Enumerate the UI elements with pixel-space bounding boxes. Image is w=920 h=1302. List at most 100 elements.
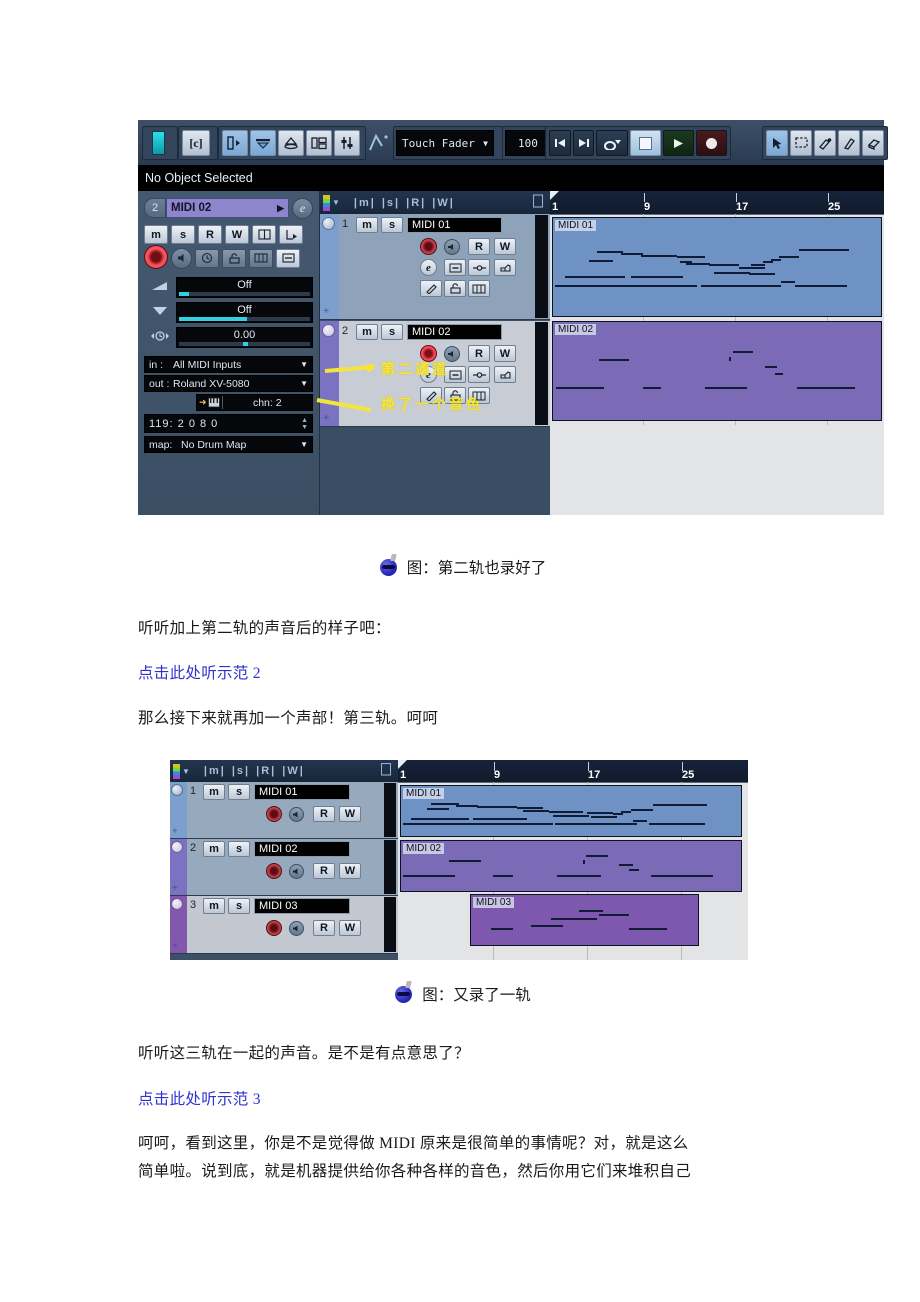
track-lock-icon[interactable] bbox=[444, 280, 466, 297]
inspector-track-header[interactable]: 2 MIDI 02 ▶ e bbox=[144, 197, 313, 219]
track-solo-button[interactable]: s bbox=[228, 784, 250, 800]
track-name-field[interactable]: MIDI 02 bbox=[407, 324, 502, 340]
track-out-transform-icon[interactable] bbox=[468, 366, 490, 383]
track-write-button[interactable]: W bbox=[494, 238, 516, 255]
timebase-icon[interactable] bbox=[195, 248, 219, 268]
track-monitor-button[interactable] bbox=[289, 864, 304, 879]
track-read-button[interactable]: R bbox=[313, 806, 335, 822]
record-button[interactable] bbox=[695, 130, 727, 156]
add-track-icon[interactable]: + bbox=[172, 826, 178, 837]
track-record-enable-button[interactable] bbox=[420, 238, 437, 255]
add-track-icon[interactable]: + bbox=[172, 883, 178, 894]
track-read-button[interactable]: R bbox=[468, 238, 490, 255]
inspector-track-name[interactable]: MIDI 02 ▶ bbox=[166, 198, 289, 218]
timeline-ruler[interactable]: 1 9 17 25 bbox=[398, 760, 748, 783]
track-write-button[interactable]: W bbox=[494, 345, 516, 362]
show-event-infoline-icon[interactable] bbox=[250, 130, 276, 156]
spinner-icon[interactable]: ▲▼ bbox=[301, 417, 308, 431]
go-to-start-button[interactable] bbox=[549, 130, 571, 156]
fade-in-field[interactable]: Off bbox=[176, 277, 313, 298]
record-enable-button[interactable] bbox=[144, 245, 168, 269]
resize-handle-icon[interactable] bbox=[532, 194, 544, 211]
show-tracklist-icon[interactable] bbox=[306, 130, 332, 156]
track-channel-icon[interactable] bbox=[494, 366, 516, 383]
track-edit-channel-icon[interactable]: e bbox=[420, 259, 437, 276]
write-automation-button[interactable]: W bbox=[225, 225, 249, 244]
fade-out-field[interactable]: Off bbox=[176, 302, 313, 323]
track-record-enable-button[interactable] bbox=[266, 920, 282, 936]
demo-link-3[interactable]: 点击此处听示范 3 bbox=[138, 1086, 788, 1114]
track-name-field[interactable]: MIDI 01 bbox=[407, 217, 502, 233]
midi-part[interactable]: MIDI 01 bbox=[552, 217, 882, 317]
range-tool-icon[interactable] bbox=[790, 130, 812, 156]
track-read-button[interactable]: R bbox=[468, 345, 490, 362]
midi-part[interactable]: MIDI 01 bbox=[400, 785, 742, 837]
track-mute-button[interactable]: m bbox=[203, 841, 225, 857]
track-read-button[interactable]: R bbox=[313, 863, 335, 879]
program-field[interactable]: 119: 2 0 8 0 ▲ ▼ bbox=[144, 414, 313, 433]
fade-in-slider[interactable] bbox=[179, 292, 310, 296]
demo-link-3-text[interactable]: 点击此处听示范 3 bbox=[138, 1091, 261, 1108]
demo-link-2-text[interactable]: 点击此处听示范 2 bbox=[138, 665, 261, 682]
edit-channel-settings-icon[interactable]: e bbox=[292, 197, 313, 219]
track-solo-button[interactable]: s bbox=[228, 898, 250, 914]
playhead-marker-icon[interactable] bbox=[398, 760, 407, 769]
empty-lane[interactable] bbox=[550, 425, 884, 515]
track-color-strip-icon[interactable] bbox=[323, 194, 330, 211]
solo-button[interactable]: s bbox=[171, 225, 195, 244]
add-track-icon[interactable]: + bbox=[323, 305, 329, 317]
resize-handle-icon[interactable] bbox=[380, 762, 392, 779]
track-mute-button[interactable]: m bbox=[356, 217, 378, 233]
playhead-marker-icon[interactable] bbox=[550, 191, 559, 200]
track-mute-button[interactable]: m bbox=[203, 784, 225, 800]
stop-button[interactable] bbox=[629, 130, 661, 156]
track-row[interactable]: + 1 m s MIDI 01 R W e bbox=[320, 214, 550, 320]
show-overview-icon[interactable] bbox=[278, 130, 304, 156]
track-row[interactable]: + 1 m s MIDI 01 R W bbox=[170, 782, 398, 839]
erase-tool-icon[interactable] bbox=[838, 130, 860, 156]
track-name-field[interactable]: MIDI 03 bbox=[254, 898, 350, 914]
delay-field[interactable]: 0.00 bbox=[176, 327, 313, 348]
track-record-enable-button[interactable] bbox=[266, 863, 282, 879]
mute-button[interactable]: m bbox=[144, 225, 168, 244]
midi-part[interactable]: MIDI 02 bbox=[400, 840, 742, 892]
zoom-tool-icon[interactable] bbox=[862, 130, 884, 156]
track-monitor-button[interactable] bbox=[289, 807, 304, 822]
edit-instrument-icon[interactable] bbox=[276, 248, 300, 268]
track-channel-icon[interactable] bbox=[494, 259, 516, 276]
automation-mode-dropdown[interactable]: Touch Fader ▼ bbox=[396, 130, 494, 156]
lanes-icon[interactable] bbox=[252, 225, 276, 244]
output-route-icon[interactable] bbox=[279, 225, 303, 244]
demo-link-2[interactable]: 点击此处听示范 2 bbox=[138, 660, 788, 688]
track-color-strip-icon[interactable] bbox=[173, 763, 180, 779]
track-solo-button[interactable]: s bbox=[381, 324, 403, 340]
midi-channel-field[interactable]: ➜ chn: 2 bbox=[196, 394, 313, 411]
timeline-ruler[interactable]: 1 9 17 25 bbox=[550, 191, 884, 215]
track-record-enable-button[interactable] bbox=[266, 806, 282, 822]
track-monitor-button[interactable] bbox=[289, 921, 304, 936]
piano-keys-icon[interactable] bbox=[249, 248, 273, 268]
instrument-icon[interactable]: ➜ bbox=[197, 397, 222, 408]
track-keys-icon[interactable] bbox=[468, 280, 490, 297]
go-to-end-button[interactable] bbox=[572, 130, 595, 156]
track-in-transform-icon[interactable] bbox=[444, 259, 466, 276]
show-mixer-icon[interactable] bbox=[334, 130, 360, 156]
track-row[interactable]: + 2 m s MIDI 02 R W bbox=[170, 839, 398, 896]
track-mute-button[interactable]: m bbox=[203, 898, 225, 914]
track-solo-button[interactable]: s bbox=[228, 841, 250, 857]
midi-output-dropdown[interactable]: out : Roland XV-5080 ▼ bbox=[144, 375, 313, 392]
monitor-button[interactable] bbox=[171, 247, 192, 269]
chevron-down-icon[interactable]: ▼ bbox=[332, 198, 340, 207]
track-row[interactable]: + 3 m s MIDI 03 R W bbox=[170, 896, 398, 954]
midi-input-dropdown[interactable]: in : All MIDI Inputs ▼ bbox=[144, 356, 313, 373]
read-automation-button[interactable]: R bbox=[198, 225, 222, 244]
expand-arrow-icon[interactable]: ▶ bbox=[277, 203, 284, 214]
track-solo-button[interactable]: s bbox=[381, 217, 403, 233]
track-mute-button[interactable]: m bbox=[356, 324, 378, 340]
chevron-down-icon[interactable]: ▼ bbox=[182, 767, 190, 776]
track-write-button[interactable]: W bbox=[339, 920, 361, 936]
show-info-icon[interactable]: [c] bbox=[182, 130, 210, 156]
track-name-field[interactable]: MIDI 01 bbox=[254, 784, 350, 800]
track-name-field[interactable]: MIDI 02 bbox=[254, 841, 350, 857]
track-out-transform-icon[interactable] bbox=[468, 259, 490, 276]
